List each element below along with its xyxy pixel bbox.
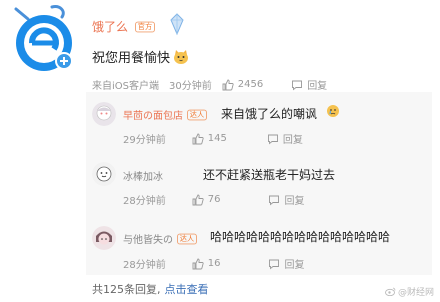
replies-panel: 早茴の面包店 达人 来自饿了么的嘲讽 29分钟前 145 回复 冰棒加冰 还不赶…: [86, 92, 432, 275]
reply-text: 来自饿了么的嘲讽: [221, 107, 318, 121]
reply-button[interactable]: 回复: [268, 192, 304, 207]
comment-author[interactable]: 饿了么 官方: [92, 18, 156, 35]
watermark: @财经网: [385, 285, 434, 298]
comment-time: 30分钟前: [169, 81, 212, 92]
reply-avatar[interactable]: [92, 162, 116, 186]
eleme-logo-avatar[interactable]: [8, 3, 80, 77]
like-button[interactable]: 76: [192, 194, 221, 206]
thumbs-up-icon: [192, 194, 204, 205]
reply-time: 28分钟前: [123, 260, 166, 271]
reply-author[interactable]: 冰棒加冰: [123, 168, 163, 183]
reply-username[interactable]: 与他皆失の: [123, 231, 173, 246]
comment-bubble-icon: [267, 134, 278, 144]
reply-time: 28分钟前: [123, 196, 166, 207]
reply-avatar[interactable]: [92, 102, 116, 126]
reply-author[interactable]: 早茴の面包店 达人: [123, 107, 208, 122]
reply-button[interactable]: 回复: [267, 131, 303, 146]
reply-meta: 28分钟前 16 回复: [123, 256, 304, 271]
comment-username[interactable]: 饿了么: [92, 18, 128, 35]
weibo-logo-icon: [385, 287, 396, 296]
talent-badge: 达人: [177, 233, 197, 244]
like-button[interactable]: 16: [192, 258, 221, 270]
reply-meta: 28分钟前 76 回复: [123, 192, 304, 207]
watermark-text: @财经网: [397, 288, 434, 298]
comment-bubble-icon: [269, 195, 280, 205]
reply-author[interactable]: 与他皆失の 达人: [123, 231, 198, 246]
view-replies-link[interactable]: 点击查看: [165, 283, 209, 296]
reply-button[interactable]: 回复: [268, 256, 304, 271]
replies-footer: 共125条回复, 点击查看: [92, 281, 209, 297]
thumbs-up-icon: [222, 79, 234, 90]
comment-meta: 来自iOS客户端 30分钟前 2456 回复: [92, 77, 327, 92]
official-badge: 官方: [135, 21, 155, 32]
comment-bubble-icon: [269, 259, 280, 269]
comment-text-row: 祝您用餐愉快: [92, 47, 190, 66]
reply-meta: 29分钟前 145 回复: [123, 131, 303, 146]
reply-text: 还不赶紧送瓶老干妈过去: [203, 168, 336, 182]
comment-bubble-icon: [292, 80, 303, 90]
cat-face-emoji-icon: [174, 49, 189, 64]
like-count: 76: [207, 194, 221, 205]
reply-username[interactable]: 早茴の面包店: [123, 107, 183, 122]
crying-face-emoji-icon: [327, 105, 339, 117]
reply-label: 回复: [307, 81, 328, 92]
like-count: 145: [207, 133, 227, 144]
reply-time: 29分钟前: [123, 135, 166, 146]
thumbs-up-icon: [192, 258, 204, 269]
like-button[interactable]: 2456: [222, 79, 263, 91]
reply-button[interactable]: 回复: [291, 77, 327, 92]
thumbs-up-icon: [192, 133, 204, 144]
reply-label: 回复: [282, 135, 303, 146]
reply-username[interactable]: 冰棒加冰: [123, 168, 163, 183]
comment-source: 来自iOS客户端: [92, 81, 159, 92]
reply-text: 哈哈哈哈哈哈哈哈哈哈哈哈哈哈哈: [210, 230, 391, 244]
comment-text: 祝您用餐愉快: [92, 51, 171, 66]
reply-total: 共125条回复,: [92, 283, 161, 296]
reply-label: 回复: [284, 260, 305, 271]
like-count: 16: [207, 258, 221, 269]
talent-badge: 达人: [187, 109, 207, 120]
like-count: 2456: [237, 79, 264, 90]
reply-label: 回复: [284, 196, 305, 207]
crystal-badge-icon: [170, 13, 184, 36]
like-button[interactable]: 145: [192, 133, 227, 145]
reply-avatar[interactable]: [92, 226, 116, 250]
